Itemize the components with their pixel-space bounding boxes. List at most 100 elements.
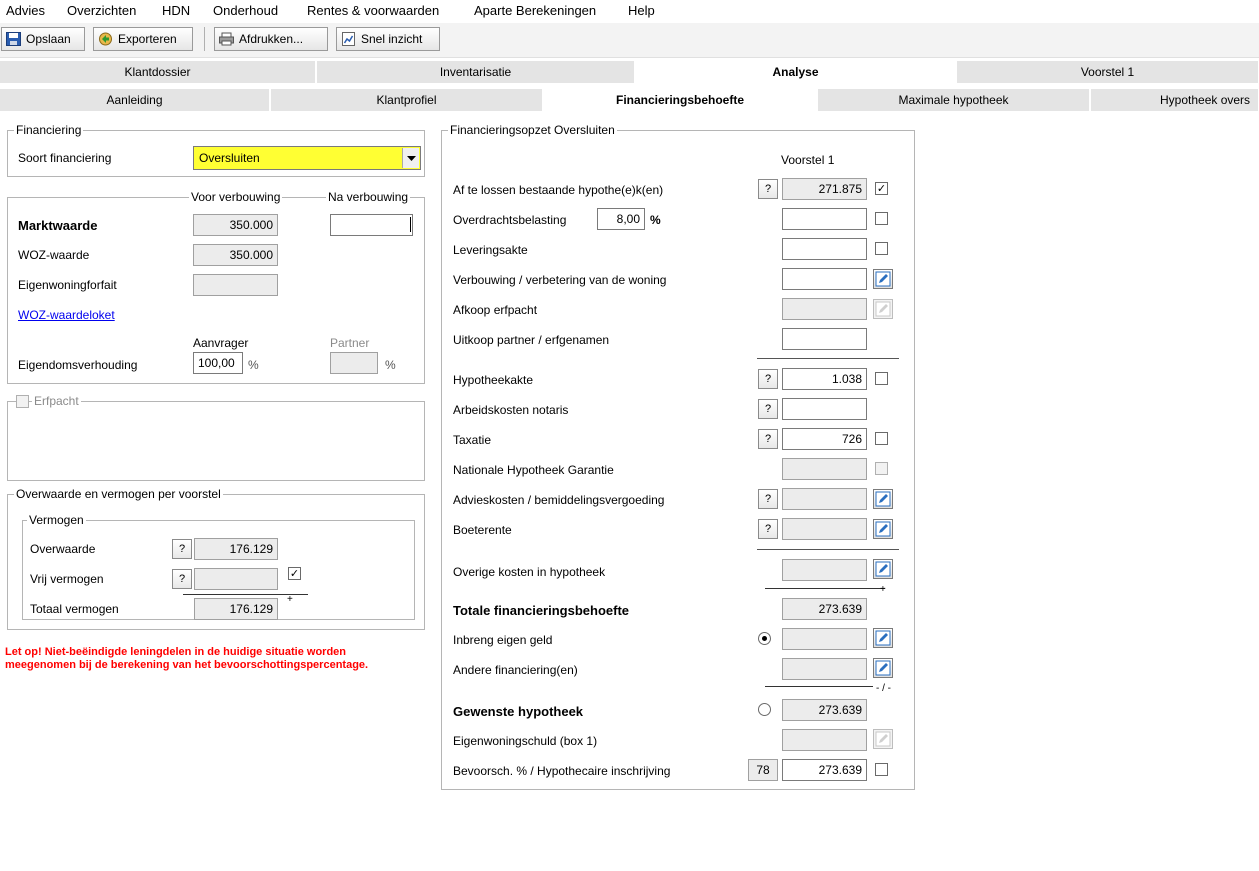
overdracht-checkbox[interactable]	[875, 212, 888, 225]
bevoorsch-input[interactable]: 273.639	[782, 759, 867, 781]
advieskosten-label: Advieskosten / bemiddelingsvergoeding	[453, 493, 665, 507]
sum-line-1	[765, 588, 885, 589]
nhg-checkbox[interactable]	[875, 462, 888, 475]
hypotheekakte-input[interactable]: 1.038	[782, 368, 867, 390]
edit-pencil-icon	[875, 561, 891, 577]
bevoorsch-pct-input[interactable]: 78	[748, 759, 778, 781]
soort-financiering-select[interactable]: Oversluiten	[193, 146, 421, 170]
afkoop-input[interactable]	[782, 298, 867, 320]
marktwaarde-label: Marktwaarde	[18, 218, 98, 233]
dropdown-arrow-icon[interactable]	[402, 148, 419, 168]
tab-klantprofiel[interactable]: Klantprofiel	[271, 89, 543, 111]
gewenste-hypotheek-radio[interactable]	[758, 703, 771, 716]
print-button[interactable]: Afdrukken...	[214, 27, 328, 51]
aflossen-checkbox[interactable]: ✓	[875, 182, 888, 195]
arbeidskosten-input[interactable]	[782, 398, 867, 420]
inbreng-edit-button[interactable]	[873, 628, 893, 648]
export-button[interactable]: Exporteren	[93, 27, 193, 51]
leveringsakte-checkbox[interactable]	[875, 242, 888, 255]
boeterente-input[interactable]	[782, 518, 867, 540]
bevoorsch-checkbox[interactable]	[875, 763, 888, 776]
overdracht-input[interactable]	[782, 208, 867, 230]
menu-aparte-berekeningen[interactable]: Aparte Berekeningen	[474, 3, 596, 18]
tab-aanleiding[interactable]: Aanleiding	[0, 89, 270, 111]
woz-waarde-label: WOZ-waarde	[18, 248, 90, 262]
afkoop-edit-button[interactable]	[873, 299, 893, 319]
boeterente-edit-button[interactable]	[873, 519, 893, 539]
eigendom-partner-pct: %	[385, 358, 396, 372]
tab-inventarisatie[interactable]: Inventarisatie	[317, 61, 635, 83]
menu-advies[interactable]: Advies	[6, 3, 45, 18]
totaal-vermogen-input[interactable]: 176.129	[194, 598, 278, 620]
tab-klantdossier[interactable]: Klantdossier	[0, 61, 316, 83]
advieskosten-help-button[interactable]: ?	[758, 489, 778, 509]
vrij-vermogen-checkbox[interactable]: ✓	[288, 567, 301, 580]
quick-insight-button[interactable]: Snel inzicht	[336, 27, 440, 51]
eigendom-aanvrager-input[interactable]: 100,00	[193, 352, 243, 374]
advieskosten-input[interactable]	[782, 488, 867, 510]
menu-help[interactable]: Help	[628, 3, 655, 18]
overwaarde-input[interactable]: 176.129	[194, 538, 278, 560]
eigendom-partner-input[interactable]	[330, 352, 378, 374]
marktwaarde-na-input[interactable]	[330, 214, 413, 236]
menu-overzichten[interactable]: Overzichten	[67, 3, 136, 18]
eigenwoningschuld-edit-button[interactable]	[873, 729, 893, 749]
woz-waarde-input[interactable]: 350.000	[193, 244, 278, 266]
menu-onderhoud[interactable]: Onderhoud	[213, 3, 278, 18]
inbreng-input[interactable]	[782, 628, 867, 650]
menu-rentes[interactable]: Rentes & voorwaarden	[307, 3, 439, 18]
advieskosten-edit-button[interactable]	[873, 489, 893, 509]
andere-financiering-label: Andere financiering(en)	[453, 663, 578, 677]
erfpacht-checkbox[interactable]	[16, 395, 29, 408]
hypotheekakte-help-button[interactable]: ?	[758, 369, 778, 389]
aflossen-input[interactable]: 271.875	[782, 178, 867, 200]
gewenste-hypotheek-input[interactable]: 273.639	[782, 699, 867, 721]
menu-hdn[interactable]: HDN	[162, 3, 190, 18]
divider-2	[757, 549, 899, 550]
overwaarde-group: Overwaarde en vermogen per voorstel Verm…	[7, 487, 425, 630]
overdracht-pct-input[interactable]: 8,00	[597, 208, 645, 230]
vrij-vermogen-input[interactable]	[194, 568, 278, 590]
leveringsakte-input[interactable]	[782, 238, 867, 260]
marktwaarde-voor-input[interactable]: 350.000	[193, 214, 278, 236]
andere-financiering-edit-button[interactable]	[873, 658, 893, 678]
overige-kosten-input[interactable]	[782, 559, 867, 581]
nhg-input[interactable]	[782, 458, 867, 480]
taxatie-input[interactable]: 726	[782, 428, 867, 450]
sub-tab-row: Aanleiding Klantprofiel Financieringsbeh…	[0, 89, 1259, 111]
verbouwing-edit-button[interactable]	[873, 269, 893, 289]
overige-kosten-edit-button[interactable]	[873, 559, 893, 579]
overwaarde-legend: Overwaarde en vermogen per voorstel	[14, 487, 223, 501]
tab-financieringsbehoefte[interactable]: Financieringsbehoefte	[544, 89, 817, 111]
arbeidskosten-help-button[interactable]: ?	[758, 399, 778, 419]
woz-waardeloket-link[interactable]: WOZ-waardeloket	[18, 308, 115, 322]
overwaarde-help-button[interactable]: ?	[172, 539, 192, 559]
overwaarde-label: Overwaarde	[30, 542, 96, 556]
eigenwoningforfait-input[interactable]	[193, 274, 278, 296]
warning-text: Let op! Niet-beëindigde leningdelen in d…	[5, 646, 368, 672]
taxatie-help-button[interactable]: ?	[758, 429, 778, 449]
totale-behoefte-input[interactable]: 273.639	[782, 598, 867, 620]
aflossen-help-button[interactable]: ?	[758, 179, 778, 199]
arbeidskosten-label: Arbeidskosten notaris	[453, 403, 569, 417]
tab-voorstel-1[interactable]: Voorstel 1	[957, 61, 1259, 83]
vrij-vermogen-help-button[interactable]: ?	[172, 569, 192, 589]
uitkoop-label: Uitkoop partner / erfgenamen	[453, 333, 610, 347]
financieringsopzet-group: Financieringsopzet Oversluiten Voorstel …	[441, 123, 915, 790]
taxatie-checkbox[interactable]	[875, 432, 888, 445]
tab-analyse[interactable]: Analyse	[636, 61, 956, 83]
vermogen-group: Vermogen Overwaarde ? 176.129 Vrij vermo…	[22, 513, 415, 620]
tab-maximale-hypotheek[interactable]: Maximale hypotheek	[818, 89, 1090, 111]
boeterente-help-button[interactable]: ?	[758, 519, 778, 539]
inbreng-radio[interactable]	[758, 632, 771, 645]
eigenwoningschuld-input[interactable]	[782, 729, 867, 751]
print-label: Afdrukken...	[239, 32, 304, 46]
verbouwing-input[interactable]	[782, 268, 867, 290]
sum-plus-1: +	[880, 584, 886, 595]
uitkoop-input[interactable]	[782, 328, 867, 350]
save-button[interactable]: Opslaan	[1, 27, 85, 51]
warning-line-1: Let op! Niet-beëindigde leningdelen in d…	[5, 646, 347, 658]
tab-hypotheek-overs[interactable]: Hypotheek overs	[1091, 89, 1259, 111]
hypotheekakte-checkbox[interactable]	[875, 372, 888, 385]
andere-financiering-input[interactable]	[782, 658, 867, 680]
